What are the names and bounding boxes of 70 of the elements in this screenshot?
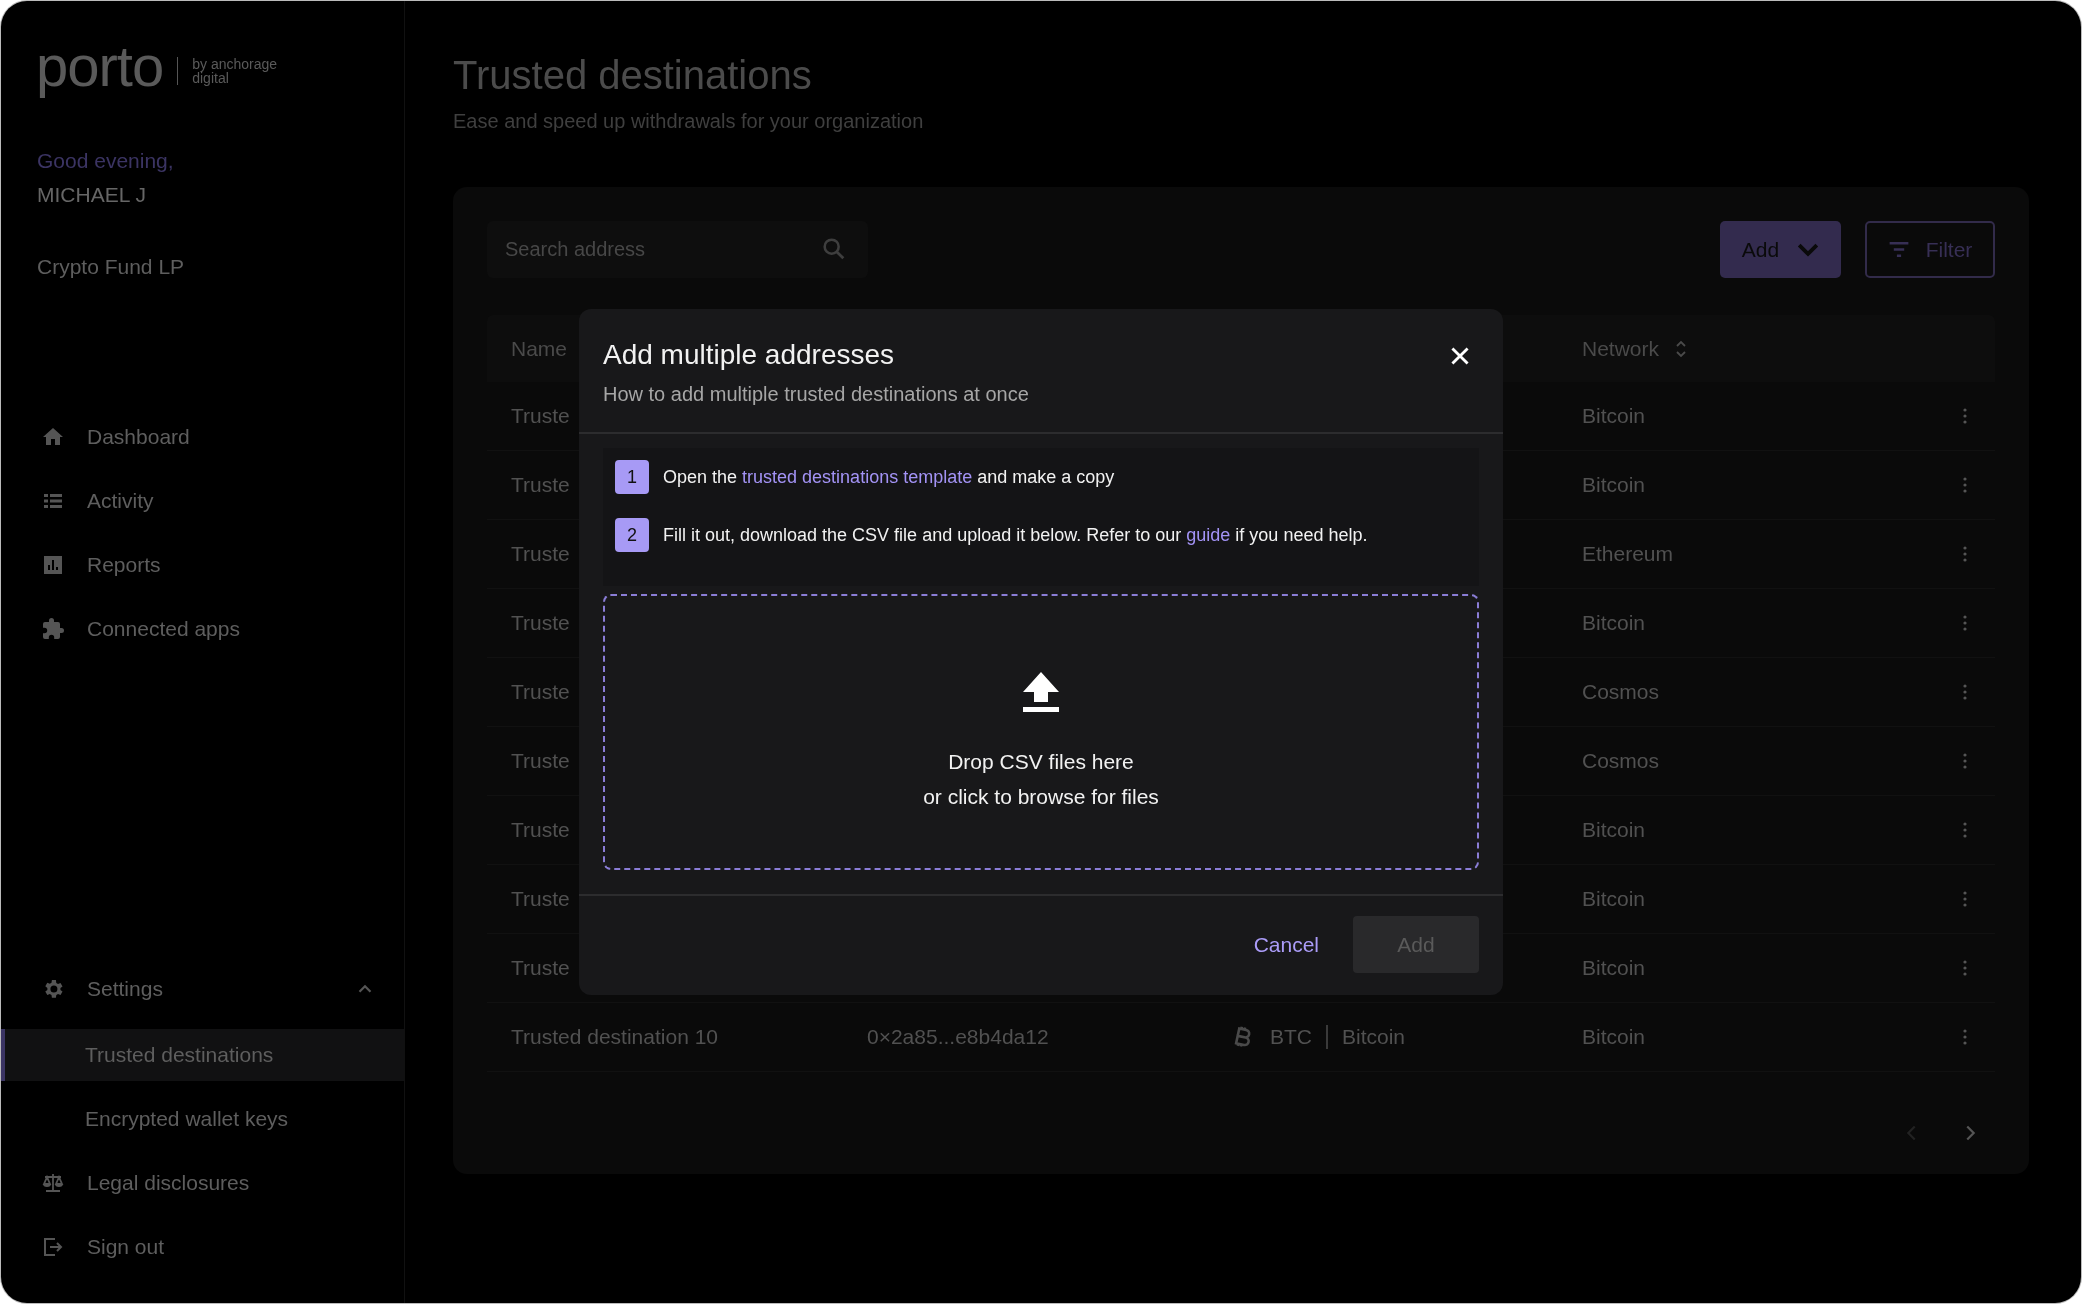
page-subtitle: Ease and speed up withdrawals for your organization <box>453 110 925 133</box>
table-cell: Truste <box>511 473 570 496</box>
more-options-icon[interactable] <box>1963 546 1967 562</box>
greeting-text: Good evening, <box>37 149 175 173</box>
more-options-icon[interactable] <box>1963 615 1967 631</box>
dialog-subtitle: How to add multiple trusted destinations at once <box>603 383 1030 406</box>
step-number: 2 <box>615 518 649 552</box>
table-cell-text: Cosmos <box>1582 680 1661 704</box>
table-cell: 0×2a85...e8b4da12 <box>867 1025 1049 1048</box>
dialog-title: Add multiple addresses <box>603 339 896 371</box>
asset-name: Bitcoin <box>1342 1025 1406 1049</box>
sort-icon[interactable] <box>1675 338 1688 359</box>
table-cell: Truste <box>511 818 570 841</box>
link[interactable]: trusted destinations template <box>742 466 973 487</box>
table-cell-text: Bitcoin <box>1582 1025 1647 1049</box>
table-cell: Truste <box>511 749 570 772</box>
table-cell: Trusted destination 10 <box>511 1025 719 1048</box>
step-text: Open the trusted destinations template and make a copy <box>663 466 1115 488</box>
puzzle-icon <box>41 617 65 641</box>
more-options-icon[interactable] <box>1963 408 1967 424</box>
more-options-icon[interactable] <box>1963 1029 1967 1045</box>
scales-icon <box>41 1171 65 1195</box>
more-options-icon[interactable] <box>1963 753 1967 769</box>
nav-subitem[interactable]: Trusted destinations <box>1 1029 404 1081</box>
link[interactable]: guide <box>1186 524 1231 545</box>
nav-item[interactable]: Legal disclosures <box>1 1151 404 1215</box>
user-name: MICHAEL J <box>37 183 147 207</box>
more-options-icon[interactable] <box>1963 960 1967 976</box>
table-cell-text: Bitcoin <box>1582 818 1647 842</box>
table-cell: Truste <box>511 887 570 910</box>
step-text: Fill it out, download the CSV file and upload it below. Refer to our guide if you need help. <box>663 524 1368 546</box>
step-number: 1 <box>615 460 649 494</box>
table-cell: Truste <box>511 956 570 979</box>
nav-item[interactable]: Connected apps <box>1 597 404 661</box>
table-cell: Truste <box>511 611 570 634</box>
file-drop-zone[interactable]: Drop CSV files here or click to browse for files <box>603 594 1479 870</box>
nav-item[interactable]: Sign out <box>1 1215 404 1279</box>
table-cell-text: Bitcoin <box>1582 404 1647 428</box>
table-cell-text: Bitcoin <box>1582 887 1647 911</box>
nav-item[interactable]: Dashboard <box>1 405 404 469</box>
nav-subitem[interactable]: Encrypted wallet keys <box>1 1093 404 1145</box>
table-cell: Truste <box>511 404 570 427</box>
column-header[interactable]: Network <box>1582 336 1688 361</box>
organization-name: Crypto Fund LP <box>37 255 186 279</box>
table-cell-text: Cosmos <box>1582 749 1661 773</box>
more-options-icon[interactable] <box>1963 822 1967 838</box>
more-options-icon[interactable] <box>1963 684 1967 700</box>
more-options-icon[interactable] <box>1963 477 1967 493</box>
more-options-icon[interactable] <box>1963 891 1967 907</box>
cancel-button[interactable]: Cancel <box>1253 932 1319 957</box>
asset-code: BTC <box>1270 1025 1312 1049</box>
logo-tagline: by anchorage digital <box>192 57 278 85</box>
search-field[interactable]: Search address <box>487 221 868 278</box>
table-cell: Truste <box>511 680 570 703</box>
table-cell-text: Bitcoin <box>1582 473 1647 497</box>
table-cell-text: Ethereum <box>1582 542 1675 566</box>
filter-icon <box>1887 242 1910 257</box>
column-header[interactable]: Name <box>511 336 568 361</box>
table-cell: Truste <box>511 542 570 565</box>
logo-wordmark: porto <box>36 37 164 100</box>
table-cell-text: Bitcoin <box>1582 956 1647 980</box>
page-title: Trusted destinations <box>453 53 813 98</box>
bar-chart-icon <box>41 553 65 577</box>
settings-nav-item[interactable]: Settings <box>1 955 404 1023</box>
nav-item[interactable]: Activity <box>1 469 404 533</box>
sign-out-icon <box>41 1235 65 1259</box>
table-cell-text: Bitcoin <box>1582 611 1647 635</box>
nav-item[interactable]: Reports <box>1 533 404 597</box>
chevron-down-icon <box>1797 242 1820 257</box>
drop-instructions: Drop CSV files here or click to browse for files <box>923 749 1159 810</box>
